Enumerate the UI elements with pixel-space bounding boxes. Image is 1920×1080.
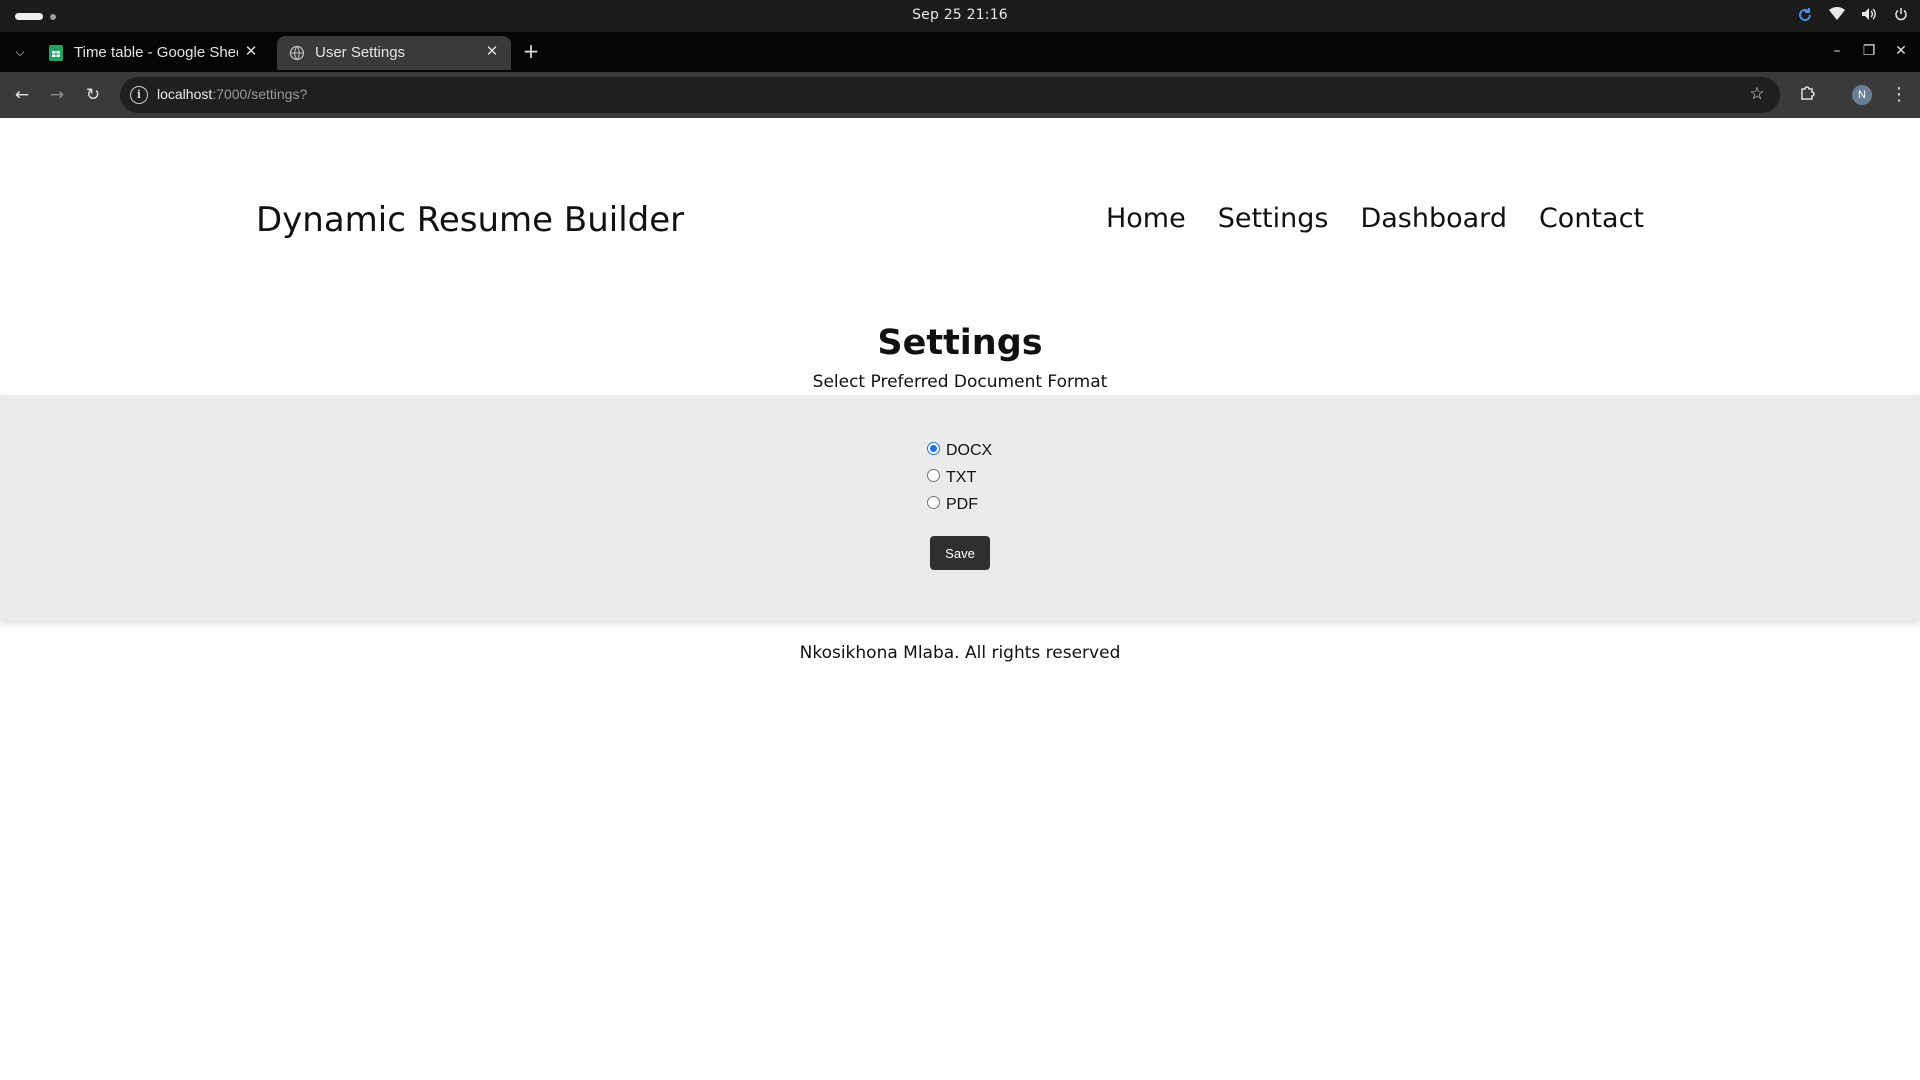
tab-time-table[interactable]: Time table - Google Sheets ✕ [36,36,270,70]
format-option-docx[interactable]: DOCX [927,439,992,463]
format-selection-panel: DOCX TXT PDF Save [0,395,1920,621]
url-host: localhost [157,86,213,102]
tab-user-settings[interactable]: User Settings ✕ [277,36,511,70]
nav-link-home[interactable]: Home [1106,203,1186,234]
system-clock[interactable]: Sep 25 21:16 [0,7,1920,23]
refresh-icon[interactable] [1796,7,1814,25]
radio-txt[interactable] [927,468,940,482]
format-option-txt[interactable]: TXT [927,466,976,490]
tab-title: Time table - Google Sheets [74,44,238,61]
restore-icon[interactable]: ❐ [1858,40,1880,62]
address-bar[interactable]: i localhost:7000/settings? ☆ [120,77,1780,113]
save-button[interactable]: Save [930,536,990,570]
page-title: Settings [877,323,1043,363]
sheets-icon [48,45,64,61]
power-icon[interactable] [1892,7,1910,25]
new-tab-plus-icon[interactable]: + [520,40,542,62]
radio-pdf[interactable] [927,495,940,509]
close-tab-icon[interactable]: ✕ [483,43,501,61]
minimize-icon[interactable]: – [1826,40,1848,62]
browser-toolbar: ← → ↻ i localhost:7000/settings? ☆ N ⋮ [0,72,1920,118]
nav-link-dashboard[interactable]: Dashboard [1360,203,1506,234]
extensions-puzzle-icon[interactable] [1797,84,1819,106]
url-path: :7000/settings? [212,86,308,102]
radio-label-docx: DOCX [946,442,993,459]
os-top-bar: Sep 25 21:16 [0,0,1920,32]
radio-label-pdf: PDF [946,496,978,513]
footer-copyright: Nkosikhona Mlaba. All rights reserved [799,643,1121,663]
browser-tab-strip: ⌵ Time table - Google Sheets ✕ User Sett… [0,32,1920,72]
volume-icon[interactable] [1860,7,1878,25]
nav-link-contact[interactable]: Contact [1539,203,1644,234]
close-window-icon[interactable]: ✕ [1890,40,1912,62]
wifi-icon[interactable] [1828,6,1846,25]
nav-link-settings[interactable]: Settings [1218,203,1329,234]
system-tray[interactable] [1796,6,1910,25]
close-tab-icon[interactable]: ✕ [242,43,260,61]
radio-label-txt: TXT [946,469,977,486]
bookmark-star-icon[interactable]: ☆ [1746,84,1768,104]
format-option-pdf[interactable]: PDF [927,493,978,517]
globe-icon [289,45,305,61]
back-arrow-icon[interactable]: ← [11,84,33,106]
forward-arrow-icon[interactable]: → [46,84,68,106]
reload-icon[interactable]: ↻ [82,84,104,106]
radio-docx[interactable] [927,441,940,455]
site-header: Dynamic Resume Builder Home Settings Das… [0,118,1920,298]
format-subtitle: Select Preferred Document Format [812,372,1108,392]
site-logo[interactable]: Dynamic Resume Builder [256,200,684,240]
tab-title: User Settings [315,44,406,61]
url-text[interactable]: localhost:7000/settings? [157,86,307,102]
web-page: Dynamic Resume Builder Home Settings Das… [0,118,1920,1080]
site-info-icon[interactable]: i [130,86,148,104]
site-nav: Home Settings Dashboard Contact [1106,203,1644,234]
browser-menu-kebab-icon[interactable]: ⋮ [1888,84,1910,106]
profile-avatar[interactable]: N [1852,85,1872,105]
tab-search-chevron-icon[interactable]: ⌵ [10,42,30,62]
